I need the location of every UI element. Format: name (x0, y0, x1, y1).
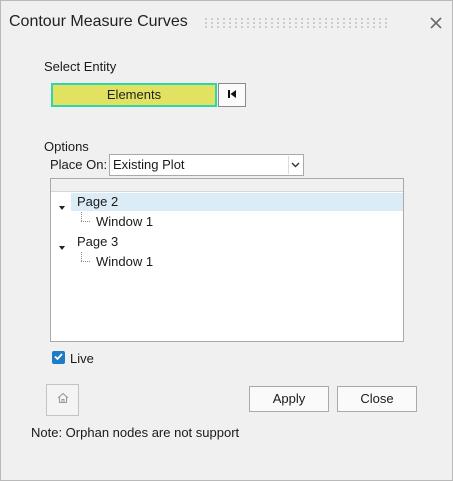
options-label: Options (44, 139, 89, 154)
home-button[interactable] (46, 384, 79, 416)
dialog-title: Contour Measure Curves (9, 13, 188, 30)
tree-connector (81, 252, 82, 261)
caret-down-icon[interactable] (58, 199, 66, 210)
close-button[interactable]: Close (337, 386, 417, 412)
tree-item-page-2[interactable]: Page 2 (71, 193, 403, 211)
chevron-down-icon (288, 156, 302, 174)
tree-item-label: Page 2 (77, 194, 119, 209)
place-on-value: Existing Plot (113, 157, 185, 172)
place-on-label: Place On: (50, 157, 108, 172)
home-icon (56, 391, 70, 410)
live-label: Live (70, 351, 94, 366)
caret-down-icon[interactable] (58, 239, 66, 250)
note-text: Note: Orphan nodes are not support (31, 425, 240, 440)
tree-item-window-1[interactable]: Window 1 (96, 213, 153, 231)
tree-item-window-1[interactable]: Window 1 (96, 253, 153, 271)
place-on-select[interactable]: Existing Plot (109, 154, 304, 176)
tree-item-page-3[interactable]: Page 3 (77, 233, 118, 251)
title-bar-grip[interactable] (203, 17, 391, 29)
dialog: Contour Measure Curves Select Entity Ele… (0, 0, 453, 481)
skip-back-icon (227, 86, 237, 104)
tree-connector (81, 261, 90, 262)
reset-selection-button[interactable] (218, 83, 246, 107)
tree-item-label: Window 1 (96, 214, 154, 229)
live-checkbox[interactable] (52, 351, 65, 364)
tree-connector (81, 221, 90, 222)
check-icon (53, 349, 64, 367)
plot-tree[interactable]: Page 2 Window 1 Page 3 Window 1 (50, 178, 404, 342)
elements-entity-button[interactable]: Elements (51, 83, 217, 107)
tree-connector (81, 212, 82, 221)
apply-button[interactable]: Apply (249, 386, 329, 412)
tree-header (51, 179, 403, 192)
close-icon[interactable] (427, 14, 445, 32)
tree-item-label: Window 1 (96, 254, 154, 269)
select-entity-label: Select Entity (44, 59, 117, 74)
tree-item-label: Page 3 (77, 234, 119, 249)
